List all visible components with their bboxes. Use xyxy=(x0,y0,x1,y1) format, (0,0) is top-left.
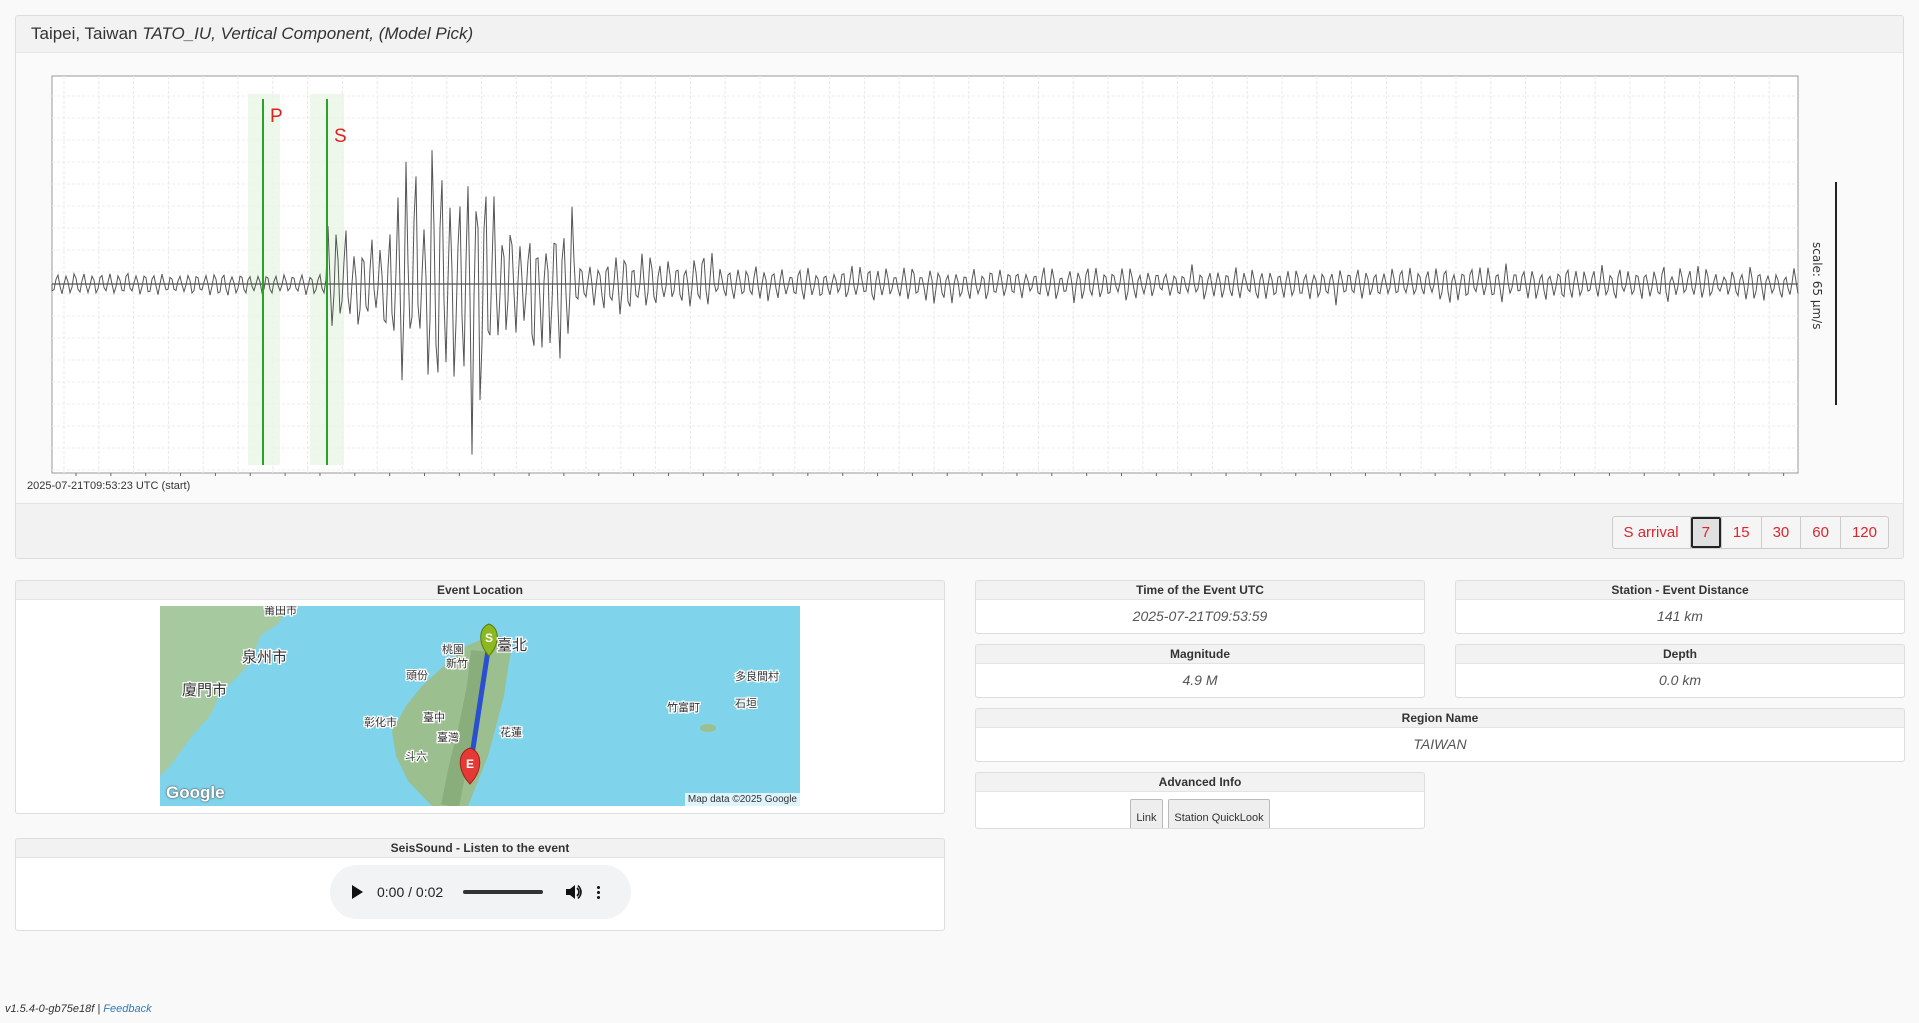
start-time-label: 2025-07-21T09:53:23 UTC (start) xyxy=(27,480,191,492)
window-controls: S arrival 7 15 30 60 120 xyxy=(16,503,1903,558)
map-place-label: 斗六 xyxy=(405,750,427,763)
event-location-title: Event Location xyxy=(16,581,944,600)
advanced-info-body: Link Station QuickLook xyxy=(976,792,1424,828)
depth-title: Depth xyxy=(1456,645,1904,664)
map-place-label: 臺中 xyxy=(423,710,445,724)
p-pick-label: P xyxy=(270,106,283,127)
depth-panel: Depth 0.0 km xyxy=(1455,644,1905,698)
region-panel: Region Name TAIWAN xyxy=(975,708,1905,762)
event-time-panel: Time of the Event UTC 2025-07-21T09:53:5… xyxy=(975,580,1425,634)
event-time-title: Time of the Event UTC xyxy=(976,581,1424,600)
seissound-panel: SeisSound - Listen to the event 0:00 / 0… xyxy=(15,838,945,931)
s-arrival-button[interactable]: S arrival xyxy=(1611,516,1691,549)
magnitude-title: Magnitude xyxy=(976,645,1424,664)
event-marker-label: E xyxy=(466,757,474,771)
station-location: Taipei, Taiwan xyxy=(31,24,138,43)
waveform-panel: Taipei, Taiwan TATO_IU, Vertical Compone… xyxy=(15,15,1904,559)
waveform-chart: P S 53:3053:4053:5054:0054:1054:2054:305… xyxy=(51,75,1837,476)
volume-icon[interactable] xyxy=(565,884,583,900)
map-place-label: 花蓮 xyxy=(500,725,522,739)
audio-player: 0:00 / 0:02 xyxy=(330,865,631,919)
island-ishigaki xyxy=(700,724,716,732)
map-canvas: S E 莆田市泉州市廈門市 桃園 臺北新竹頭份臺中 彰化市臺灣 花蓮斗六 多良間村竹富町 石… xyxy=(160,606,800,806)
footer: v1.5.4-0-gb75e18f | Feedback xyxy=(5,1003,152,1015)
window-button-group: S arrival 7 15 30 60 120 xyxy=(1611,516,1889,549)
seissound-title: SeisSound - Listen to the event xyxy=(16,839,944,858)
map-place-label: 多良間村 xyxy=(735,669,779,683)
map-place-label: 莆田市 xyxy=(264,606,297,617)
play-icon[interactable] xyxy=(352,885,363,899)
event-location-panel: Event Location S E 莆田市泉州市 廈門市 桃園 臺北新竹頭份臺中 彰化… xyxy=(15,580,945,814)
map-credit[interactable]: Map data ©2025 Google xyxy=(684,793,800,806)
window-30-button[interactable]: 30 xyxy=(1760,516,1802,549)
waveform-title: Taipei, Taiwan TATO_IU, Vertical Compone… xyxy=(16,16,1903,53)
link-button[interactable]: Link xyxy=(1130,799,1163,828)
magnitude-value: 4.9 M xyxy=(1182,672,1218,688)
feedback-link[interactable]: Feedback xyxy=(103,1003,151,1015)
map-place-label: 彰化市 xyxy=(364,715,397,729)
station-info: TATO_IU, Vertical Component, (Model Pick… xyxy=(142,24,474,43)
map-place-label: 臺北 xyxy=(497,636,527,654)
more-options-icon[interactable] xyxy=(597,885,601,899)
region-title: Region Name xyxy=(976,709,1904,728)
map-place-label: 桃園 xyxy=(442,642,464,656)
map-place-label: 泉州市 xyxy=(242,648,287,666)
scale-label: scale: 65 μm/s xyxy=(1810,242,1824,329)
region-value: TAIWAN xyxy=(1413,736,1467,752)
google-logo: Google xyxy=(166,783,225,802)
event-time-value: 2025-07-21T09:53:59 xyxy=(1132,608,1268,624)
audio-time: 0:00 / 0:02 xyxy=(377,884,444,900)
audio-progress-slider[interactable] xyxy=(463,890,544,894)
advanced-info-title: Advanced Info xyxy=(976,773,1424,792)
depth-value: 0.0 km xyxy=(1658,672,1701,688)
station-marker-label: S xyxy=(485,631,493,645)
window-120-button[interactable]: 120 xyxy=(1839,516,1889,549)
distance-panel: Station - Event Distance 141 km xyxy=(1455,580,1905,634)
map-place-label: 廈門市 xyxy=(182,681,227,699)
advanced-info-panel: Advanced Info Link Station QuickLook xyxy=(975,772,1425,829)
station-quicklook-button[interactable]: Station QuickLook xyxy=(1168,799,1270,828)
map-place-label: 石垣 xyxy=(735,697,757,710)
window-7-button[interactable]: 7 xyxy=(1689,516,1722,549)
event-map[interactable]: S E 莆田市泉州市 廈門市 桃園 臺北新竹頭份臺中 彰化市臺灣 花蓮斗六 多良間村竹富町 石… xyxy=(160,606,800,806)
window-15-button[interactable]: 15 xyxy=(1720,516,1762,549)
map-place-label: 新竹 xyxy=(446,656,468,670)
distance-value: 141 km xyxy=(1657,608,1703,624)
magnitude-panel: Magnitude 4.9 M xyxy=(975,644,1425,698)
version-text: v1.5.4-0-gb75e18f | xyxy=(5,1003,101,1015)
distance-title: Station - Event Distance xyxy=(1456,581,1904,600)
s-pick-label: S xyxy=(334,126,347,147)
window-60-button[interactable]: 60 xyxy=(1800,516,1841,549)
map-place-label: 竹富町 xyxy=(667,700,700,714)
map-place-label: 頭份 xyxy=(406,669,428,682)
map-place-label: 臺灣 xyxy=(437,730,459,744)
